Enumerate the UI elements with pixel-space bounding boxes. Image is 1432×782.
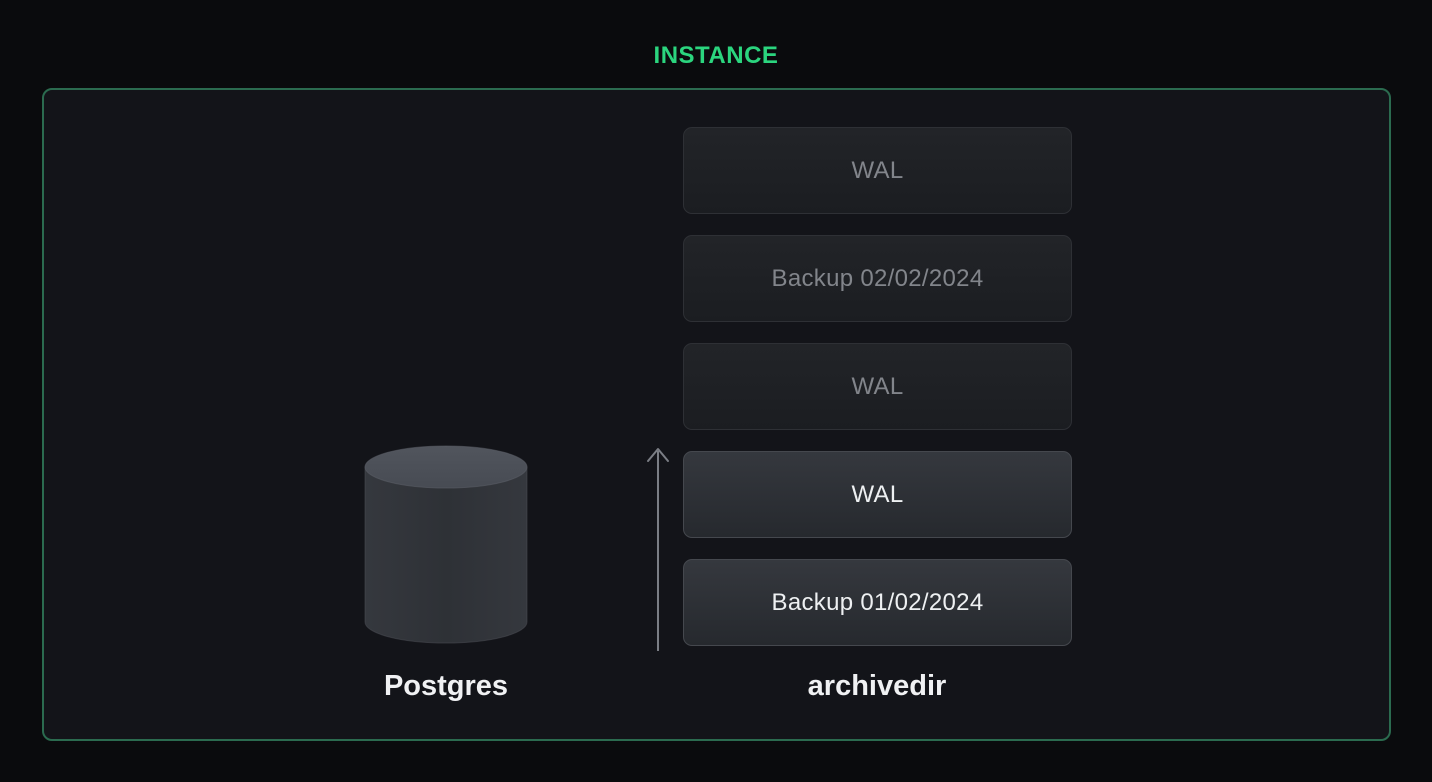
instance-title: INSTANCE — [653, 42, 779, 69]
instance-panel: Postgres WAL Backup 02/02/2024 WAL WAL B… — [42, 88, 1391, 741]
archive-item-backup-1: Backup 02/02/2024 — [683, 235, 1072, 322]
database-cylinder-icon — [364, 445, 528, 644]
archivedir-label: archivedir — [807, 670, 947, 702]
archive-item-wal-3: WAL — [683, 451, 1072, 538]
arrow-up-icon — [647, 448, 669, 651]
archive-item-wal-1: WAL — [683, 127, 1072, 214]
flow-arrow — [644, 445, 672, 653]
archive-item-wal-2: WAL — [683, 343, 1072, 430]
archive-stack: WAL Backup 02/02/2024 WAL WAL Backup 01/… — [683, 127, 1072, 667]
diagram-canvas: INSTANCE Postgres WAL Backup 02/02/2024 … — [0, 0, 1432, 782]
archive-item-backup-2: Backup 01/02/2024 — [683, 559, 1072, 646]
postgres-label: Postgres — [383, 670, 509, 702]
postgres-database — [363, 444, 529, 646]
